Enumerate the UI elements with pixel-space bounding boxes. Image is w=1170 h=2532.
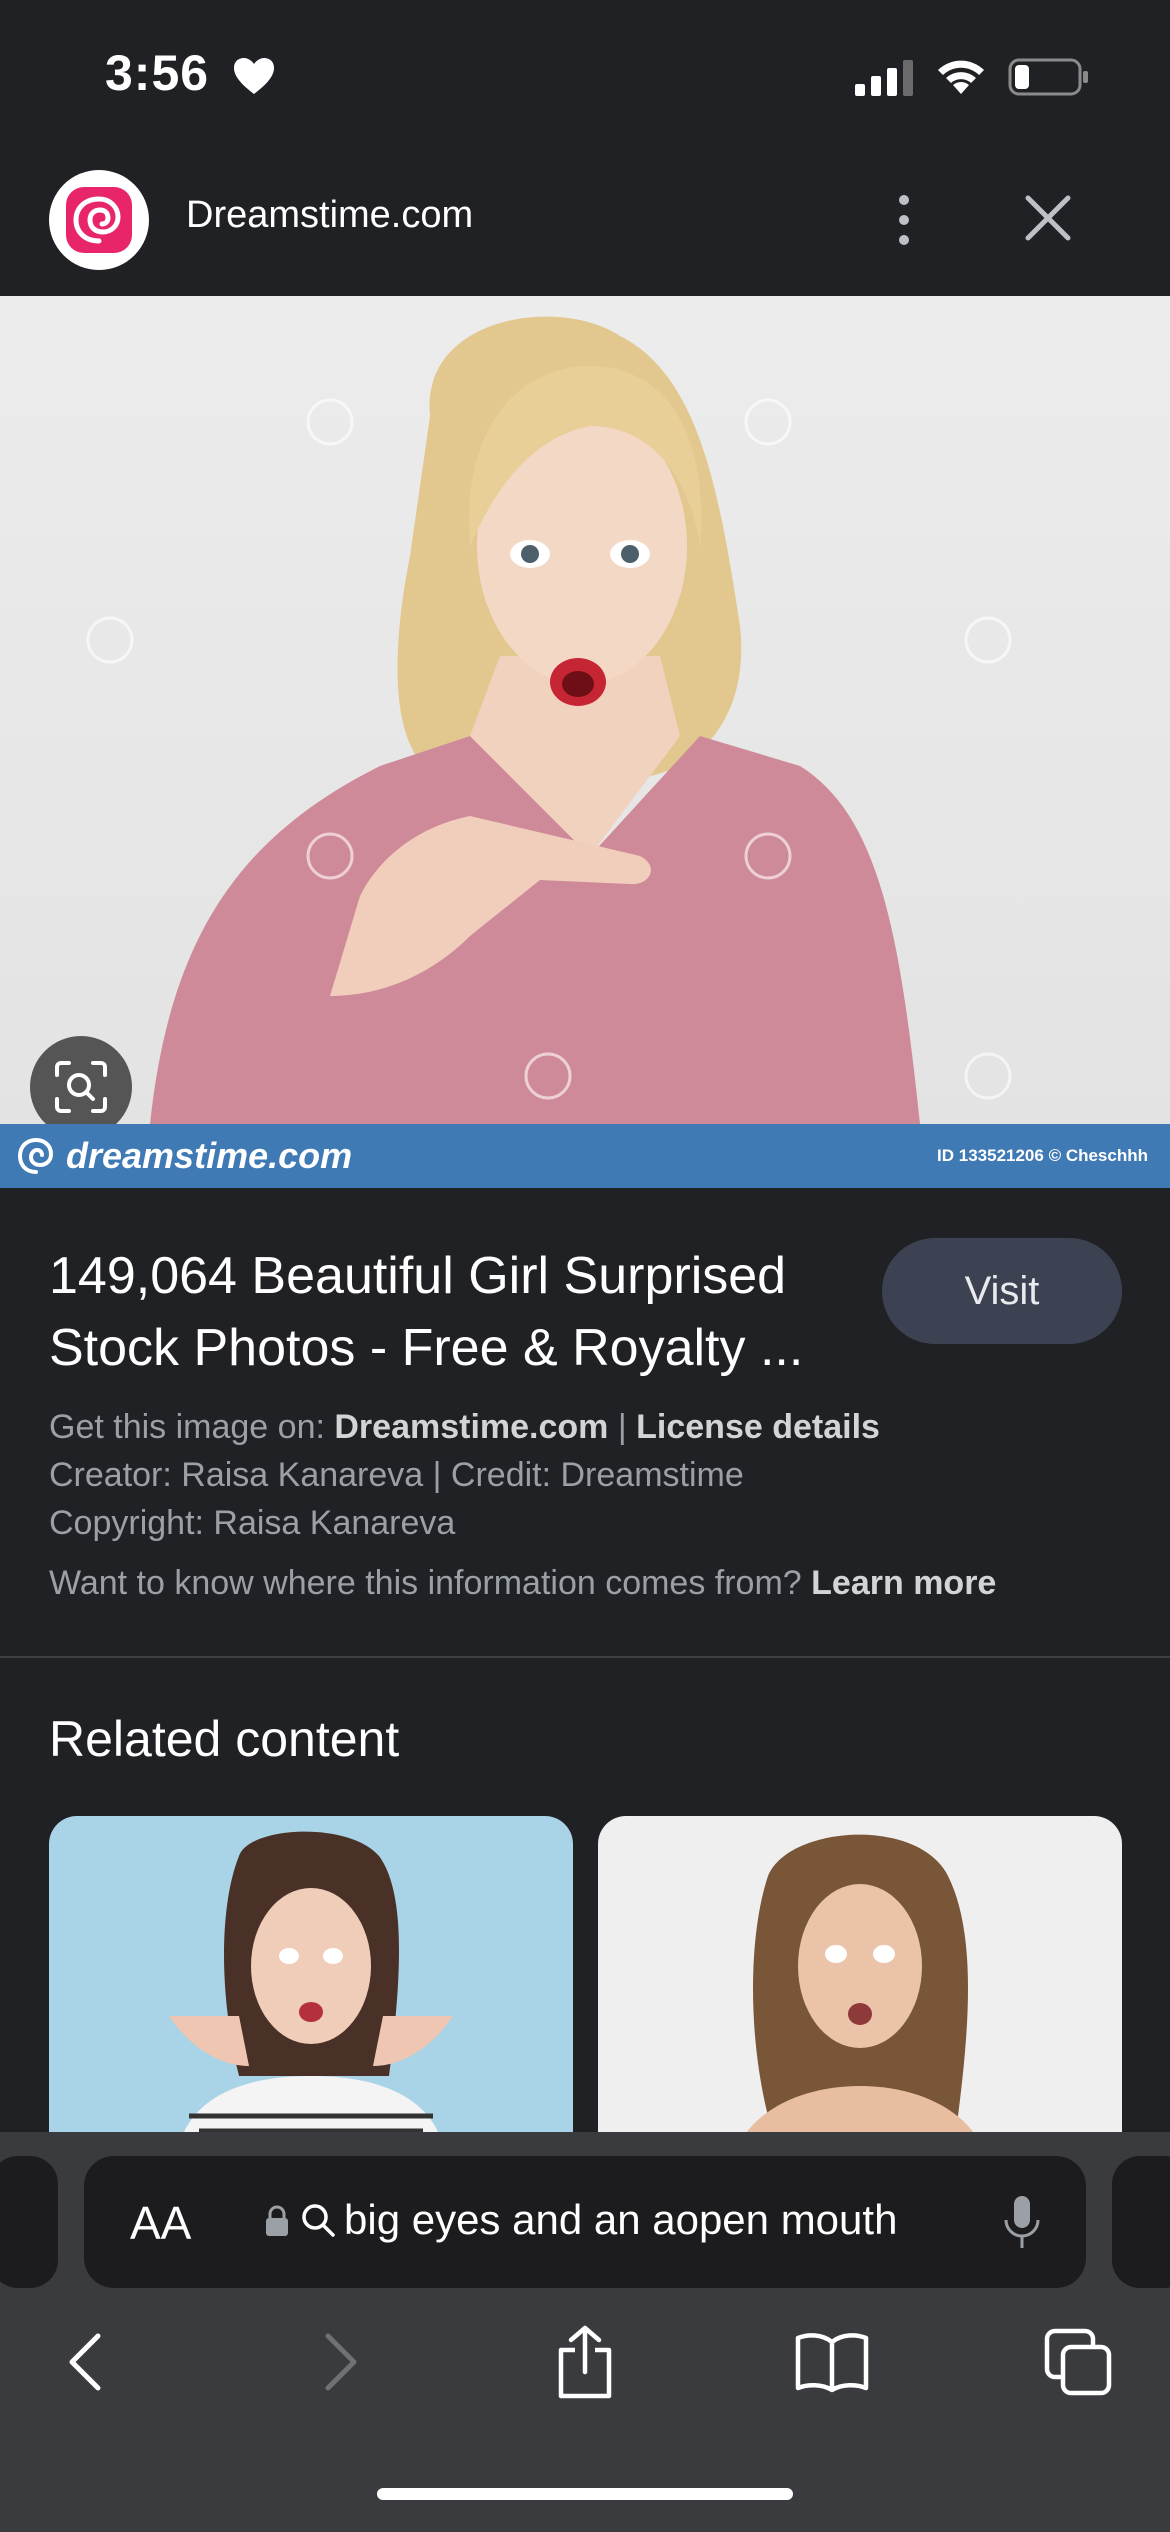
separator: | [617, 1408, 627, 1446]
watermark-id: ID 133521206 © Cheschhh [937, 1146, 1148, 1165]
related-card[interactable] [598, 1816, 1122, 2146]
lens-icon [55, 1061, 107, 1113]
home-indicator[interactable] [377, 2488, 793, 2500]
watermark-brand: dreamstime.com [66, 1135, 353, 1176]
creator-credit: Creator: Raisa Kanareva | Credit: Dreams… [49, 1456, 744, 1494]
close-icon[interactable] [1020, 190, 1076, 246]
search-query[interactable]: big eyes and an aopen mouth [344, 2196, 897, 2244]
share-button[interactable] [545, 2322, 625, 2402]
search-icon [302, 2204, 335, 2237]
microphone-icon[interactable] [1002, 2194, 1042, 2252]
site-header: Dreamstime.com [0, 150, 1170, 296]
address-bar[interactable]: AA big eyes and an aopen mouth [84, 2156, 1086, 2288]
heart-icon [234, 58, 274, 94]
tabs-button[interactable] [1038, 2322, 1118, 2402]
dreamstime-swirl-icon [17, 1137, 54, 1174]
related-image-1 [169, 1831, 453, 2146]
image-info: 149,064 Beautiful Girl Surprised Stock P… [0, 1188, 1170, 1658]
result-title[interactable]: 149,064 Beautiful Girl Surprised Stock P… [49, 1240, 869, 1384]
forward-button[interactable] [300, 2322, 380, 2402]
previous-tab-peek[interactable] [0, 2156, 58, 2288]
source-line: Get this image on: Dreamstime.com | Lice… [49, 1408, 1129, 1447]
related-card[interactable] [49, 1816, 573, 2146]
info-source-line: Want to know where this information come… [49, 1564, 1129, 1603]
text-size-button[interactable]: AA [130, 2196, 191, 2250]
dreamstime-swirl-icon [66, 187, 132, 253]
bookmarks-button[interactable] [792, 2322, 872, 2402]
lens-search-button[interactable] [30, 1036, 132, 1138]
divider [0, 1656, 1170, 1658]
cellular-signal-icon [855, 60, 913, 96]
status-time: 3:56 [105, 45, 210, 101]
main-image[interactable] [0, 296, 1170, 1124]
more-options-icon[interactable] [884, 190, 924, 250]
back-button[interactable] [46, 2322, 126, 2402]
related-content-title: Related content [49, 1711, 400, 1767]
share-icon [558, 2325, 612, 2399]
next-tab-peek[interactable] [1112, 2156, 1170, 2288]
site-name[interactable]: Dreamstime.com [186, 194, 473, 237]
related-image-2 [738, 1834, 982, 2146]
learn-more-link[interactable]: Learn more [811, 1564, 996, 1602]
tabs-icon [1044, 2328, 1112, 2396]
battery-icon [1008, 58, 1088, 96]
dreamstime-logo[interactable] [49, 170, 149, 270]
lock-icon [266, 2205, 288, 2236]
watermark-strip: dreamstime.com ID 133521206 © Cheschhh [0, 1124, 1170, 1188]
status-bar: 3:56 [0, 0, 1170, 150]
wifi-icon [938, 60, 984, 94]
copyright: Copyright: Raisa Kanareva [49, 1504, 456, 1542]
watermark-logo: dreamstime.com [16, 1134, 352, 1178]
chevron-right-icon [325, 2333, 357, 2391]
source-prefix: Get this image on: [49, 1408, 325, 1446]
license-details-link[interactable]: License details [636, 1408, 880, 1446]
visit-button[interactable]: Visit [882, 1238, 1122, 1344]
book-icon [795, 2333, 869, 2393]
info-question: Want to know where this information come… [49, 1564, 802, 1602]
chevron-left-icon [69, 2333, 101, 2391]
source-link[interactable]: Dreamstime.com [334, 1408, 608, 1446]
surprised-woman-photo [86, 316, 1012, 1124]
